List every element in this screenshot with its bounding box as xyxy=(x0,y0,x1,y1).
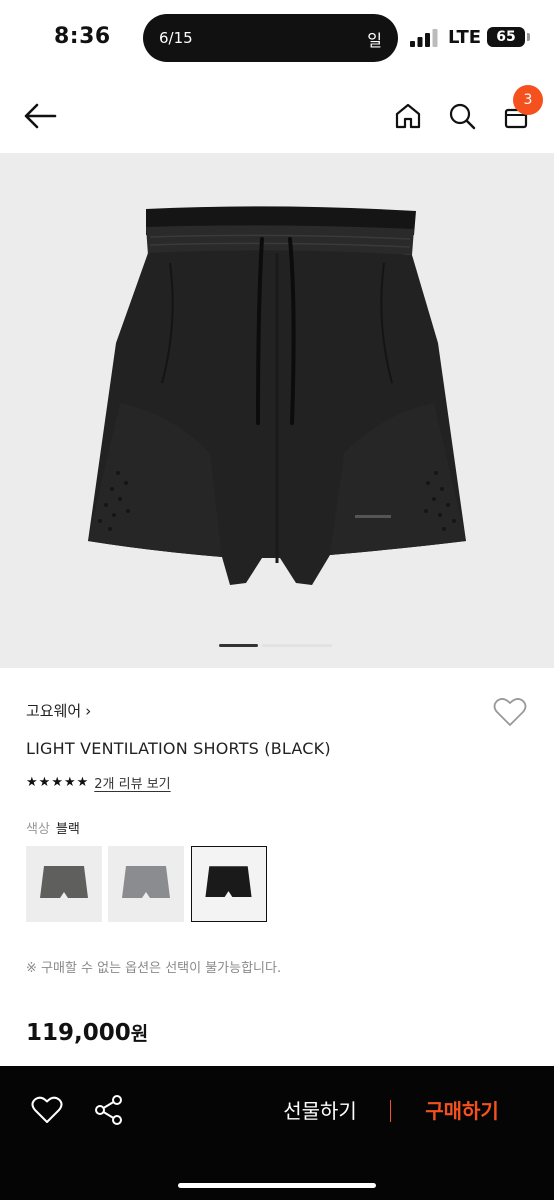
chevron-right-icon: › xyxy=(85,701,92,720)
color-row: 색상 블랙 xyxy=(26,818,80,837)
star-icon: ★ xyxy=(26,774,38,790)
bottom-action-bar xyxy=(0,1066,554,1200)
price-unit: 원 xyxy=(130,1023,149,1045)
shorts-illustration xyxy=(88,206,466,585)
home-indicator xyxy=(178,1183,376,1188)
star-icon: ★ xyxy=(51,774,63,790)
dynamic-island: 6/15 일 xyxy=(143,14,398,62)
island-label: 일 xyxy=(367,31,382,50)
island-counter: 6/15 xyxy=(159,29,193,47)
arrow-left-icon[interactable] xyxy=(22,98,58,134)
signal-icon xyxy=(410,29,438,47)
network-label: LTE xyxy=(448,27,482,48)
price-row: 119,000 원 xyxy=(26,1019,148,1046)
option-note: ※ 구매할 수 없는 옵션은 선택이 불가능합니다. xyxy=(26,961,282,976)
buy-button[interactable]: 구매하기 xyxy=(410,1095,514,1127)
color-label: 색상 xyxy=(26,822,50,837)
status-bar: 8:36 6/15 일 LTE 65 xyxy=(0,0,554,76)
cart-badge: 3 xyxy=(513,85,543,115)
gallery-pager-track xyxy=(262,644,332,647)
nav-bar xyxy=(0,80,554,152)
color-swatch-black[interactable] xyxy=(191,846,267,922)
rating-stars: ★ ★ ★ ★ ★ xyxy=(26,775,88,791)
star-icon: ★ xyxy=(63,774,76,790)
product-image[interactable] xyxy=(0,153,554,668)
battery-level: 65 xyxy=(496,29,516,45)
review-link[interactable]: 2개 리뷰 보기 xyxy=(94,773,170,792)
brand-link[interactable]: 고요웨어 › xyxy=(26,700,91,721)
action-divider xyxy=(390,1100,391,1122)
price-amount: 119,000 xyxy=(26,1020,131,1046)
color-value: 블랙 xyxy=(55,822,80,837)
rating-row: ★ ★ ★ ★ ★ 2개 리뷰 보기 xyxy=(26,773,171,793)
gallery-pager-active xyxy=(219,644,258,647)
heart-icon[interactable] xyxy=(30,1093,64,1127)
color-swatch-light-gray[interactable] xyxy=(108,846,184,922)
status-time: 8:36 xyxy=(54,24,111,49)
heart-icon[interactable] xyxy=(492,694,528,730)
battery-icon: 65 xyxy=(487,27,525,47)
search-icon[interactable] xyxy=(444,98,480,134)
star-icon: ★ xyxy=(76,774,89,790)
brand-name: 고요웨어 xyxy=(26,702,82,720)
gift-button[interactable]: 선물하기 xyxy=(270,1095,370,1127)
home-icon[interactable] xyxy=(390,98,426,134)
share-icon[interactable] xyxy=(92,1093,126,1127)
star-icon: ★ xyxy=(38,774,51,790)
battery-cap xyxy=(527,33,530,41)
product-title: LIGHT VENTILATION SHORTS (BLACK) xyxy=(26,739,331,758)
color-swatch-gray[interactable] xyxy=(26,846,102,922)
